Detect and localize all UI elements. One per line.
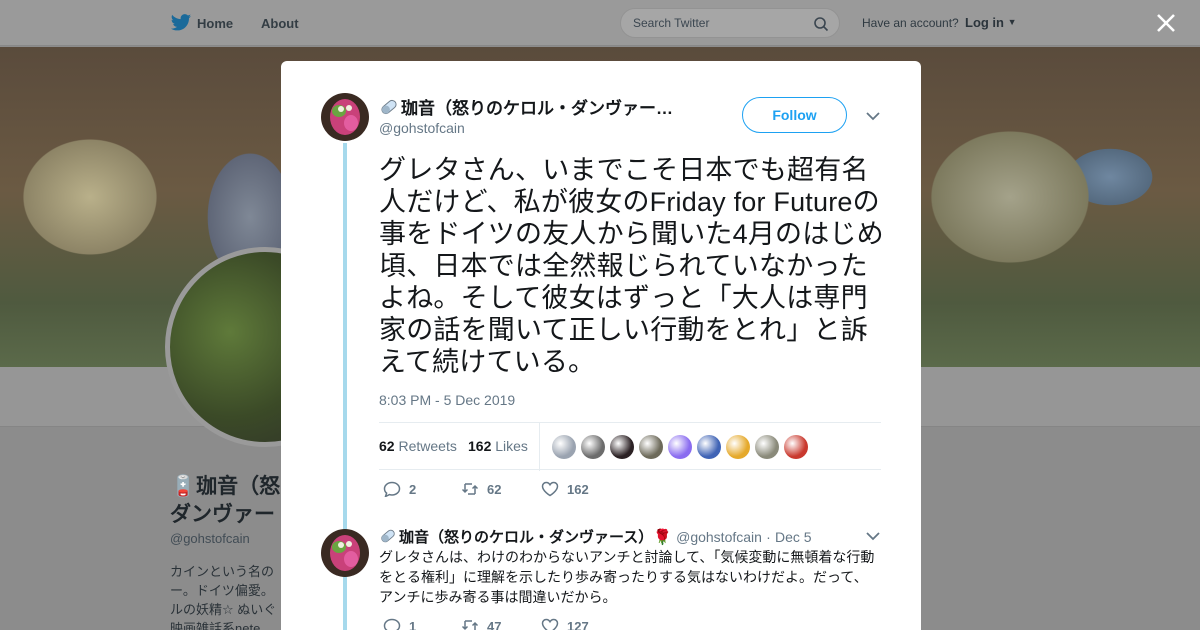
liker-avatar[interactable]: [668, 435, 692, 459]
heart-icon: [541, 618, 559, 630]
liker-avatar[interactable]: [639, 435, 663, 459]
tweet-author-name[interactable]: 珈音（怒りのケロル・ダンヴァー…: [379, 94, 697, 119]
chevron-down-icon[interactable]: [866, 111, 880, 121]
like-count: 162: [567, 482, 589, 497]
liker-avatar[interactable]: [784, 435, 808, 459]
retweet-icon: [461, 483, 479, 495]
liker-avatar[interactable]: [697, 435, 721, 459]
retweets-count: 62: [379, 438, 395, 454]
search-icon[interactable]: [813, 16, 829, 32]
reply-count: 1: [409, 619, 417, 630]
reply-date[interactable]: Dec 5: [775, 529, 812, 545]
profile-bio-line: 映画雑話系nete: [170, 621, 261, 630]
author-avatar[interactable]: [321, 93, 369, 141]
profile-bio: カインという名の ー。ドイツ偏愛。 ルの妖精☆ ぬいぐ 映画雑話系nete: [170, 562, 282, 630]
heart-icon: [541, 481, 559, 497]
tweet-actions: 2 62 162: [379, 481, 679, 501]
retweets-stat[interactable]: 62 Retweets: [379, 438, 457, 454]
profile-bio-line: ルの妖精☆ ぬいぐ: [170, 602, 277, 617]
reply-author-handle: @gohstofcain: [676, 529, 762, 545]
chevron-down-icon[interactable]: [866, 531, 880, 541]
tweet-stats: 62 Retweets 162 Likes: [379, 422, 881, 471]
profile-name: 🪫珈音（怒: [170, 475, 280, 498]
reply-icon: [383, 481, 401, 498]
reply-text: グレタさんは、わけのわからないアンチと討論して、「気候変動に無頓着な行動をとる権…: [379, 549, 875, 605]
likes-label: Likes: [495, 438, 528, 454]
profile-bio-line: ー。ドイツ偏愛。: [170, 583, 274, 598]
tweet-author-name-text: 珈音（怒りのケロル・ダンヴァー…: [401, 99, 673, 118]
reply-button[interactable]: 1: [383, 618, 416, 630]
reply-separator: ·: [766, 529, 771, 545]
tweet-timestamp[interactable]: 8:03 PM - 5 Dec 2019: [379, 392, 515, 408]
chevron-down-icon: ▼: [1007, 17, 1017, 27]
tweet-author-handle[interactable]: @gohstofcain: [379, 120, 465, 136]
liker-avatar[interactable]: [581, 435, 605, 459]
login-label: Log in: [965, 15, 1004, 30]
likes-stat[interactable]: 162 Likes: [468, 438, 528, 454]
login-button[interactable]: Log in ▼: [965, 15, 1017, 30]
search-input[interactable]: Search Twitter: [620, 8, 840, 38]
likes-count: 162: [468, 438, 492, 454]
like-button[interactable]: 127: [541, 618, 589, 630]
stats-divider: [539, 423, 540, 471]
reply-author-avatar[interactable]: [321, 529, 369, 577]
profile-name-line2: ダンヴァー: [170, 503, 275, 526]
retweet-button[interactable]: 47: [461, 618, 501, 630]
nav-home-link[interactable]: Home: [197, 16, 233, 31]
top-navigation-bar: Home About Search Twitter Have an accoun…: [0, 0, 1200, 46]
tweet-modal: 珈音（怒りのケロル・ダンヴァー… @gohstofcain Follow グレタ…: [281, 61, 921, 630]
profile-bio-line: カインという名の: [170, 564, 275, 579]
nav-about-link[interactable]: About: [261, 16, 299, 31]
liker-avatar[interactable]: [552, 435, 576, 459]
follow-button[interactable]: Follow: [742, 97, 847, 133]
twitter-bird-icon[interactable]: [170, 13, 192, 33]
reply-actions: 1 47 127: [379, 618, 679, 630]
profile-handle: @gohstofcain: [170, 531, 250, 546]
like-count: 127: [567, 619, 589, 630]
reply-count: 2: [409, 482, 417, 497]
liker-avatar[interactable]: [755, 435, 779, 459]
reply-button[interactable]: 2: [383, 481, 417, 498]
liker-avatar[interactable]: [610, 435, 634, 459]
like-button[interactable]: 162: [541, 481, 589, 497]
close-icon[interactable]: [1155, 12, 1177, 34]
reply-author-name: 珈音（怒りのケロル・ダンヴァース）🌹: [399, 529, 672, 546]
retweets-label: Retweets: [398, 438, 457, 454]
tweet-text: グレタさん、いまでこそ日本でも超有名人だけど、私が彼女のFriday for F…: [379, 155, 884, 377]
have-account-text: Have an account?: [862, 16, 959, 30]
search-placeholder: Search Twitter: [633, 16, 710, 30]
retweet-button[interactable]: 62: [461, 481, 501, 497]
retweet-count: 62: [487, 482, 502, 497]
pill-icon: [381, 99, 397, 115]
liker-avatar[interactable]: [726, 435, 750, 459]
retweet-count: 47: [487, 619, 502, 630]
pill-icon: [381, 529, 395, 543]
reply-icon: [383, 618, 401, 630]
reply-header[interactable]: 珈音（怒りのケロル・ダンヴァース）🌹 @gohstofcain · Dec 5: [379, 526, 812, 547]
retweet-icon: [461, 620, 479, 630]
